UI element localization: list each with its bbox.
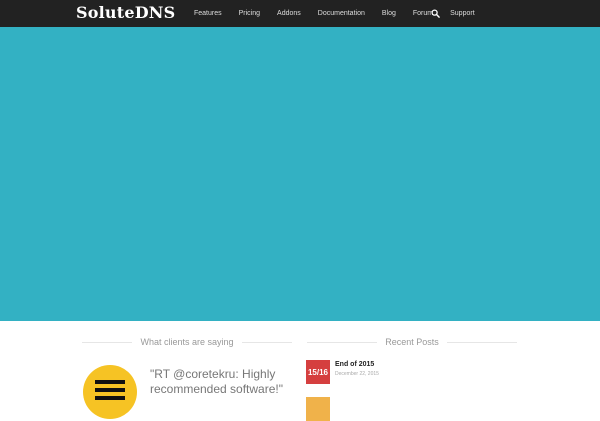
- nav-item-pricing[interactable]: Pricing: [239, 10, 260, 17]
- recent-post-item[interactable]: [306, 397, 506, 421]
- testimonials-title: What clients are saying: [140, 337, 234, 347]
- site-logo[interactable]: SoluteDNS: [76, 3, 175, 23]
- nav-item-features[interactable]: Features: [194, 10, 222, 17]
- divider-line: [307, 341, 378, 343]
- hero-banner: [0, 27, 600, 321]
- post-title[interactable]: End of 2015: [335, 361, 374, 368]
- nav-item-support[interactable]: Support: [450, 10, 475, 17]
- divider-line: [241, 341, 293, 343]
- nav-item-addons[interactable]: Addons: [277, 10, 301, 17]
- avatar-bar: [95, 388, 125, 392]
- divider-line: [446, 341, 517, 343]
- navbar: SoluteDNS Features Pricing Addons Docume…: [0, 0, 600, 27]
- client-avatar: [83, 365, 137, 419]
- post-thumbnail[interactable]: [306, 397, 330, 421]
- search-icon[interactable]: [431, 9, 440, 18]
- recent-posts-header: Recent Posts: [307, 336, 517, 348]
- nav-item-documentation[interactable]: Documentation: [318, 10, 365, 17]
- testimonial-quote: "RT @coretekru: Highly recommended softw…: [150, 367, 283, 396]
- recent-posts-title: Recent Posts: [385, 337, 439, 347]
- post-date: December 22, 2015: [335, 371, 379, 377]
- post-thumbnail[interactable]: 15/16: [306, 360, 330, 384]
- recent-post-item[interactable]: 15/16 End of 2015 December 22, 2015: [306, 360, 506, 384]
- divider-line: [82, 341, 133, 343]
- avatar-bar: [95, 396, 125, 400]
- nav-item-blog[interactable]: Blog: [382, 10, 396, 17]
- testimonials-header: What clients are saying: [82, 336, 293, 348]
- nav-menu: Features Pricing Addons Documentation Bl…: [186, 0, 492, 27]
- avatar-bar: [95, 380, 125, 384]
